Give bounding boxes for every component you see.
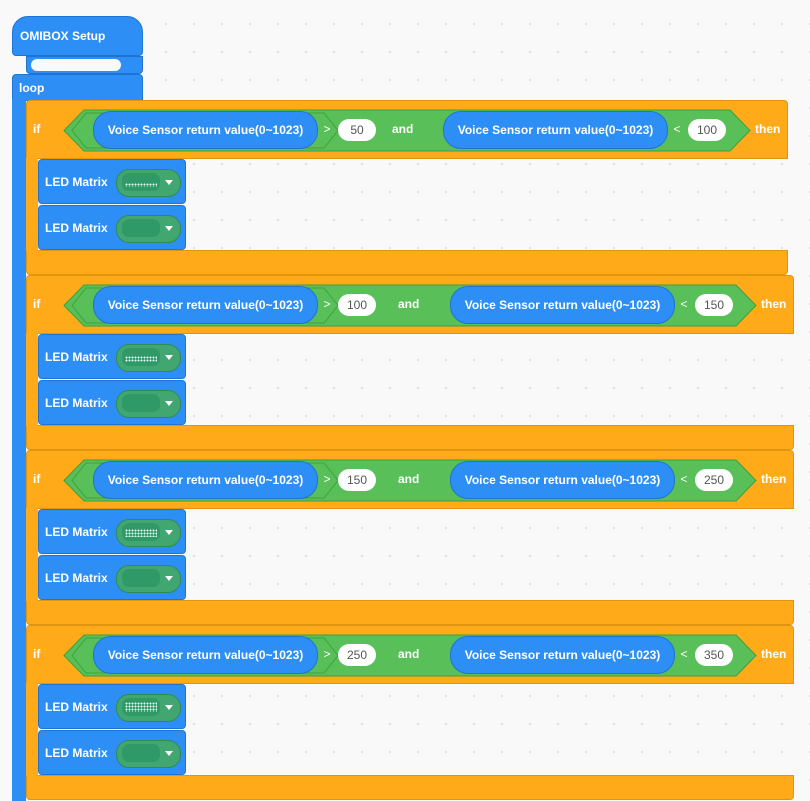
then-label: then <box>761 472 787 486</box>
led-matrix-pattern-icon <box>122 348 160 366</box>
greater-than-operator: > <box>323 647 331 661</box>
if-block-footer <box>26 425 794 450</box>
led-matrix-block[interactable]: LED Matrix <box>38 730 186 775</box>
and-label: and <box>392 122 414 136</box>
caret-down-icon <box>165 226 173 231</box>
led-matrix-pattern-icon <box>122 219 160 237</box>
less-than-value[interactable]: 150 <box>695 294 733 316</box>
matrix-pattern-dropdown[interactable] <box>116 519 181 547</box>
if-block-arm <box>26 158 38 251</box>
led-matrix-pattern-icon <box>122 698 160 716</box>
greater-than-operator: > <box>323 472 331 486</box>
greater-than-value[interactable]: 250 <box>338 644 376 666</box>
voice-sensor-reporter[interactable]: Voice Sensor return value(0~1023) <box>93 111 318 149</box>
if-block-arm <box>26 683 38 776</box>
less-than-operator: < <box>680 297 688 311</box>
led-matrix-label: LED Matrix <box>45 746 108 760</box>
loop-arm <box>12 99 26 801</box>
led-matrix-label: LED Matrix <box>45 396 108 410</box>
led-matrix-pattern-icon <box>122 394 160 412</box>
if-label: if <box>33 647 41 661</box>
loop-label: loop <box>19 81 45 95</box>
greater-than-operator: > <box>323 297 331 311</box>
if-block-footer <box>26 250 788 275</box>
led-matrix-label: LED Matrix <box>45 700 108 714</box>
caret-down-icon <box>165 576 173 581</box>
led-matrix-block[interactable]: LED Matrix <box>38 684 186 729</box>
and-label: and <box>398 472 420 486</box>
greater-than-operator: > <box>323 122 331 136</box>
caret-down-icon <box>165 705 173 710</box>
voice-sensor-reporter[interactable]: Voice Sensor return value(0~1023) <box>450 636 675 674</box>
led-matrix-pattern-icon <box>122 173 160 191</box>
if-label: if <box>33 297 41 311</box>
setup-empty-slot <box>26 56 143 74</box>
setup-notch <box>31 59 121 71</box>
less-than-operator: < <box>673 122 681 136</box>
led-matrix-pattern-icon <box>122 523 160 541</box>
matrix-pattern-dropdown[interactable] <box>116 740 181 768</box>
led-matrix-block[interactable]: LED Matrix <box>38 380 186 425</box>
voice-sensor-reporter[interactable]: Voice Sensor return value(0~1023) <box>450 286 675 324</box>
if-block-arm <box>26 508 38 601</box>
caret-down-icon <box>165 530 173 535</box>
omibox-setup-label: OMIBOX Setup <box>20 29 106 43</box>
less-than-operator: < <box>680 647 688 661</box>
voice-sensor-reporter[interactable]: Voice Sensor return value(0~1023) <box>93 286 318 324</box>
if-block-footer <box>26 775 794 800</box>
omibox-setup-block[interactable]: OMIBOX Setup <box>12 16 143 56</box>
matrix-pattern-dropdown[interactable] <box>116 565 181 593</box>
led-matrix-pattern-icon <box>122 569 160 587</box>
less-than-value[interactable]: 100 <box>688 119 726 141</box>
led-matrix-label: LED Matrix <box>45 221 108 235</box>
voice-sensor-reporter[interactable]: Voice Sensor return value(0~1023) <box>450 461 675 499</box>
if-label: if <box>33 122 41 136</box>
greater-than-value[interactable]: 50 <box>338 119 376 141</box>
greater-than-value[interactable]: 150 <box>338 469 376 491</box>
caret-down-icon <box>165 751 173 756</box>
caret-down-icon <box>165 355 173 360</box>
less-than-value[interactable]: 250 <box>695 469 733 491</box>
then-label: then <box>761 647 787 661</box>
if-block-arm <box>26 333 38 426</box>
loop-block[interactable]: loop <box>12 74 143 101</box>
matrix-pattern-dropdown[interactable] <box>116 344 181 372</box>
if-label: if <box>33 472 41 486</box>
matrix-pattern-dropdown[interactable] <box>116 694 181 722</box>
led-matrix-block[interactable]: LED Matrix <box>38 555 186 600</box>
less-than-operator: < <box>680 472 688 486</box>
caret-down-icon <box>165 401 173 406</box>
matrix-pattern-dropdown[interactable] <box>116 169 181 197</box>
led-matrix-label: LED Matrix <box>45 350 108 364</box>
led-matrix-label: LED Matrix <box>45 571 108 585</box>
led-matrix-block[interactable]: LED Matrix <box>38 205 186 250</box>
led-matrix-pattern-icon <box>122 744 160 762</box>
if-block-footer <box>26 600 794 625</box>
and-label: and <box>398 297 420 311</box>
matrix-pattern-dropdown[interactable] <box>116 215 181 243</box>
matrix-pattern-dropdown[interactable] <box>116 390 181 418</box>
greater-than-value[interactable]: 100 <box>338 294 376 316</box>
then-label: then <box>761 297 787 311</box>
led-matrix-label: LED Matrix <box>45 175 108 189</box>
led-matrix-block[interactable]: LED Matrix <box>38 334 186 379</box>
led-matrix-label: LED Matrix <box>45 525 108 539</box>
voice-sensor-reporter[interactable]: Voice Sensor return value(0~1023) <box>443 111 668 149</box>
voice-sensor-reporter[interactable]: Voice Sensor return value(0~1023) <box>93 636 318 674</box>
less-than-value[interactable]: 350 <box>695 644 733 666</box>
voice-sensor-reporter[interactable]: Voice Sensor return value(0~1023) <box>93 461 318 499</box>
led-matrix-block[interactable]: LED Matrix <box>38 159 186 204</box>
led-matrix-block[interactable]: LED Matrix <box>38 509 186 554</box>
and-label: and <box>398 647 420 661</box>
then-label: then <box>755 122 781 136</box>
caret-down-icon <box>165 180 173 185</box>
